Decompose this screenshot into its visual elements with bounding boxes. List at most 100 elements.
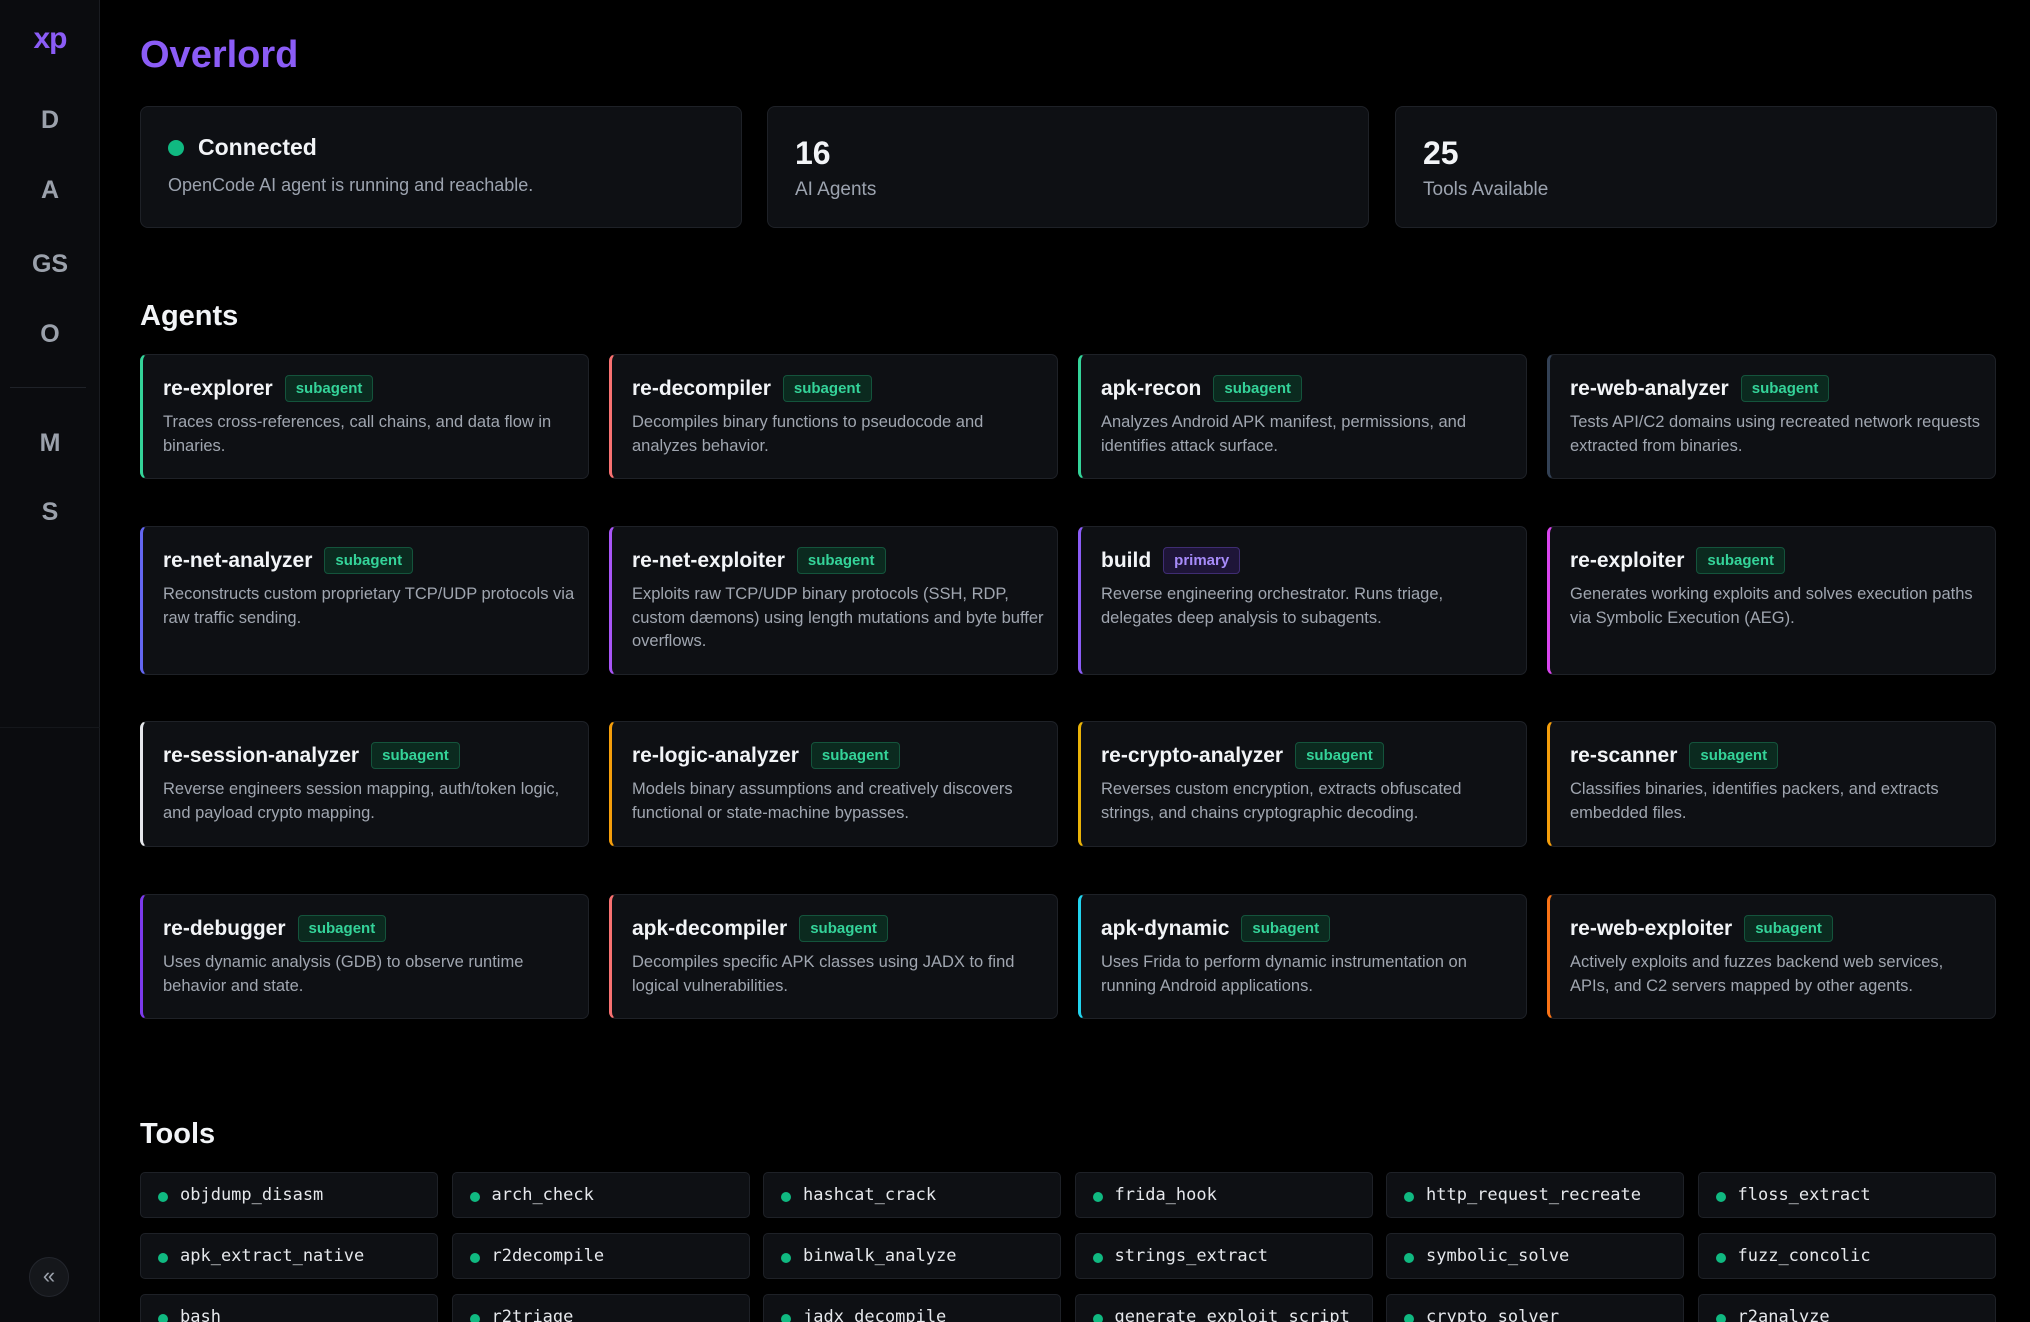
agents-count-card: 16 AI Agents (767, 106, 1369, 228)
tool-status-dot-icon (469, 1314, 480, 1322)
tool-status-dot-icon (781, 1192, 791, 1202)
sidebar-item-m[interactable]: M (0, 429, 100, 458)
tool-name: objdump_disasm (180, 1185, 324, 1205)
tool-status-dot-icon (1404, 1192, 1414, 1202)
app-logo[interactable]: xp (0, 22, 100, 56)
tool-name: bash (180, 1307, 221, 1322)
tool-name: crypto_solver (1426, 1307, 1560, 1322)
sidebar-item-a[interactable]: A (0, 176, 100, 205)
agents-count-label: AI Agents (795, 179, 877, 200)
sidebar-item-s[interactable]: S (0, 498, 100, 527)
agent-card[interactable]: re-session-analyzer subagent Reverse engin… (140, 721, 589, 847)
agent-name: re-exploiter (1570, 548, 1685, 572)
tool-name: binwalk_analyze (803, 1246, 957, 1266)
tool-chip[interactable]: crypto_solver (1386, 1294, 1684, 1322)
tool-chip[interactable]: symbolic_solve (1386, 1233, 1684, 1279)
tool-status-dot-icon (781, 1253, 791, 1263)
agent-type-badge: subagent (1696, 547, 1786, 574)
connection-status-text: OpenCode AI agent is running and reachab… (168, 175, 534, 195)
agent-card[interactable]: re-scanner subagent Classifies binaries, i… (1547, 721, 1996, 847)
tool-chip[interactable]: hashcat_crack (763, 1172, 1061, 1218)
tool-chip[interactable]: generate_exploit_script (1074, 1294, 1373, 1322)
tools-count-label: Tools Available (1423, 179, 1549, 200)
connection-status-card: Connected OpenCode AI agent is running a… (140, 106, 742, 228)
tool-name: generate_exploit_script (1114, 1307, 1350, 1322)
agent-type-badge: subagent (1689, 742, 1779, 769)
tool-chip[interactable]: strings_extract (1074, 1233, 1373, 1279)
tool-chip[interactable]: binwalk_analyze (763, 1233, 1061, 1279)
sidebar-item-gs[interactable]: GS (0, 250, 100, 279)
tool-name: floss_extract (1737, 1185, 1871, 1205)
agent-name: re-debugger (163, 916, 286, 940)
agent-card[interactable]: apk-decompiler subagent Decompiles specifi… (609, 894, 1058, 1019)
agent-type-badge: subagent (810, 742, 900, 769)
agent-name: build (1101, 548, 1152, 572)
agent-card[interactable]: re-crypto-analyzer subagent Reverses custo… (1078, 721, 1527, 847)
agent-card[interactable]: build primary Reverse engineering orchestr… (1078, 526, 1527, 675)
agent-type-badge: subagent (1241, 915, 1331, 942)
tool-name: apk_extract_native (180, 1246, 365, 1266)
agent-name: re-web-analyzer (1570, 376, 1729, 400)
agent-description: Traces cross-references, call chains, an… (163, 413, 552, 455)
tool-status-dot-icon (1404, 1253, 1414, 1263)
agent-type-badge: subagent (1744, 915, 1833, 942)
agent-card[interactable]: re-net-analyzer subagent Reconstructs cust… (140, 526, 589, 675)
sidebar-divider (10, 387, 86, 388)
collapse-sidebar-button[interactable]: « (29, 1257, 69, 1297)
sidebar-item-o[interactable]: O (0, 320, 100, 349)
agent-card[interactable]: re-net-exploiter subagent Exploits raw TCP… (609, 526, 1058, 675)
tool-chip[interactable]: arch_check (451, 1172, 750, 1218)
tool-chip[interactable]: fuzz_concolic (1697, 1233, 1996, 1279)
agent-card[interactable]: re-logic-analyzer subagent Models binary a… (609, 721, 1058, 847)
tool-status-dot-icon (469, 1192, 480, 1202)
agent-name: re-logic-analyzer (632, 743, 799, 767)
tools-count: 25 (1423, 135, 1459, 171)
sidebar-item-d[interactable]: D (0, 106, 100, 135)
agent-card[interactable]: re-explorer subagent Traces cross-referenc… (140, 354, 589, 479)
tool-chip[interactable]: objdump_disasm (140, 1172, 438, 1218)
tool-status-dot-icon (1404, 1314, 1414, 1322)
tool-chip[interactable]: floss_extract (1697, 1172, 1996, 1218)
tool-chip[interactable]: r2decompile (451, 1233, 750, 1279)
agent-description: Tests API/C2 domains using recreated net… (1570, 413, 1980, 455)
agent-name: apk-recon (1101, 376, 1202, 400)
agent-type-badge: subagent (284, 375, 374, 402)
tool-chip[interactable]: jadx_decompile (763, 1294, 1061, 1322)
agent-card[interactable]: re-decompiler subagent Decompiles binary f… (609, 354, 1058, 479)
agent-description: Uses Frida to perform dynamic instrument… (1101, 953, 1467, 995)
status-dot-icon (168, 139, 184, 156)
tool-status-dot-icon (781, 1314, 791, 1322)
agent-type-badge: subagent (1740, 375, 1830, 402)
agent-name: re-scanner (1570, 743, 1678, 767)
tool-status-dot-icon (1715, 1192, 1726, 1202)
tool-status-dot-icon (1092, 1314, 1103, 1322)
tool-chip[interactable]: r2analyze (1697, 1294, 1996, 1322)
tool-status-dot-icon (158, 1253, 168, 1263)
tool-chip[interactable]: bash (140, 1294, 438, 1322)
tool-chip[interactable]: frida_hook (1074, 1172, 1373, 1218)
tool-name: http_request_recreate (1426, 1185, 1641, 1205)
agent-card[interactable]: re-web-analyzer subagent Tests API/C2 doma… (1547, 354, 1996, 479)
tool-chip[interactable]: r2triage (451, 1294, 750, 1322)
agent-card[interactable]: re-exploiter subagent Generates working ex… (1547, 526, 1996, 675)
agent-name: re-crypto-analyzer (1101, 743, 1284, 767)
agent-card[interactable]: apk-dynamic subagent Uses Frida to perform… (1078, 894, 1527, 1019)
tool-chip[interactable]: apk_extract_native (140, 1233, 438, 1279)
tool-status-dot-icon (469, 1253, 480, 1263)
tool-chip[interactable]: http_request_recreate (1386, 1172, 1684, 1218)
agents-section-title: Agents (140, 300, 239, 332)
agent-name: re-net-analyzer (163, 548, 313, 572)
tool-status-dot-icon (158, 1314, 168, 1322)
agent-name: re-decompiler (632, 376, 771, 400)
tool-name: r2triage (491, 1307, 574, 1322)
tool-name: arch_check (491, 1185, 594, 1205)
agent-name: apk-dynamic (1101, 916, 1230, 940)
agent-card[interactable]: re-web-exploiter subagent Actively exploit… (1547, 894, 1996, 1019)
agent-card[interactable]: apk-recon subagent Analyzes Android APK ma… (1078, 354, 1527, 479)
agent-card[interactable]: re-debugger subagent Uses dynamic analysis… (140, 894, 589, 1019)
sidebar: xp D A GS O M S « (0, 0, 100, 1322)
agent-type-badge: subagent (782, 375, 872, 402)
agent-description: Classifies binaries, identifies packers,… (1570, 780, 1939, 822)
agent-description: Uses dynamic analysis (GDB) to observe r… (163, 953, 524, 995)
agent-description: Decompiles binary functions to pseudocod… (632, 413, 984, 455)
